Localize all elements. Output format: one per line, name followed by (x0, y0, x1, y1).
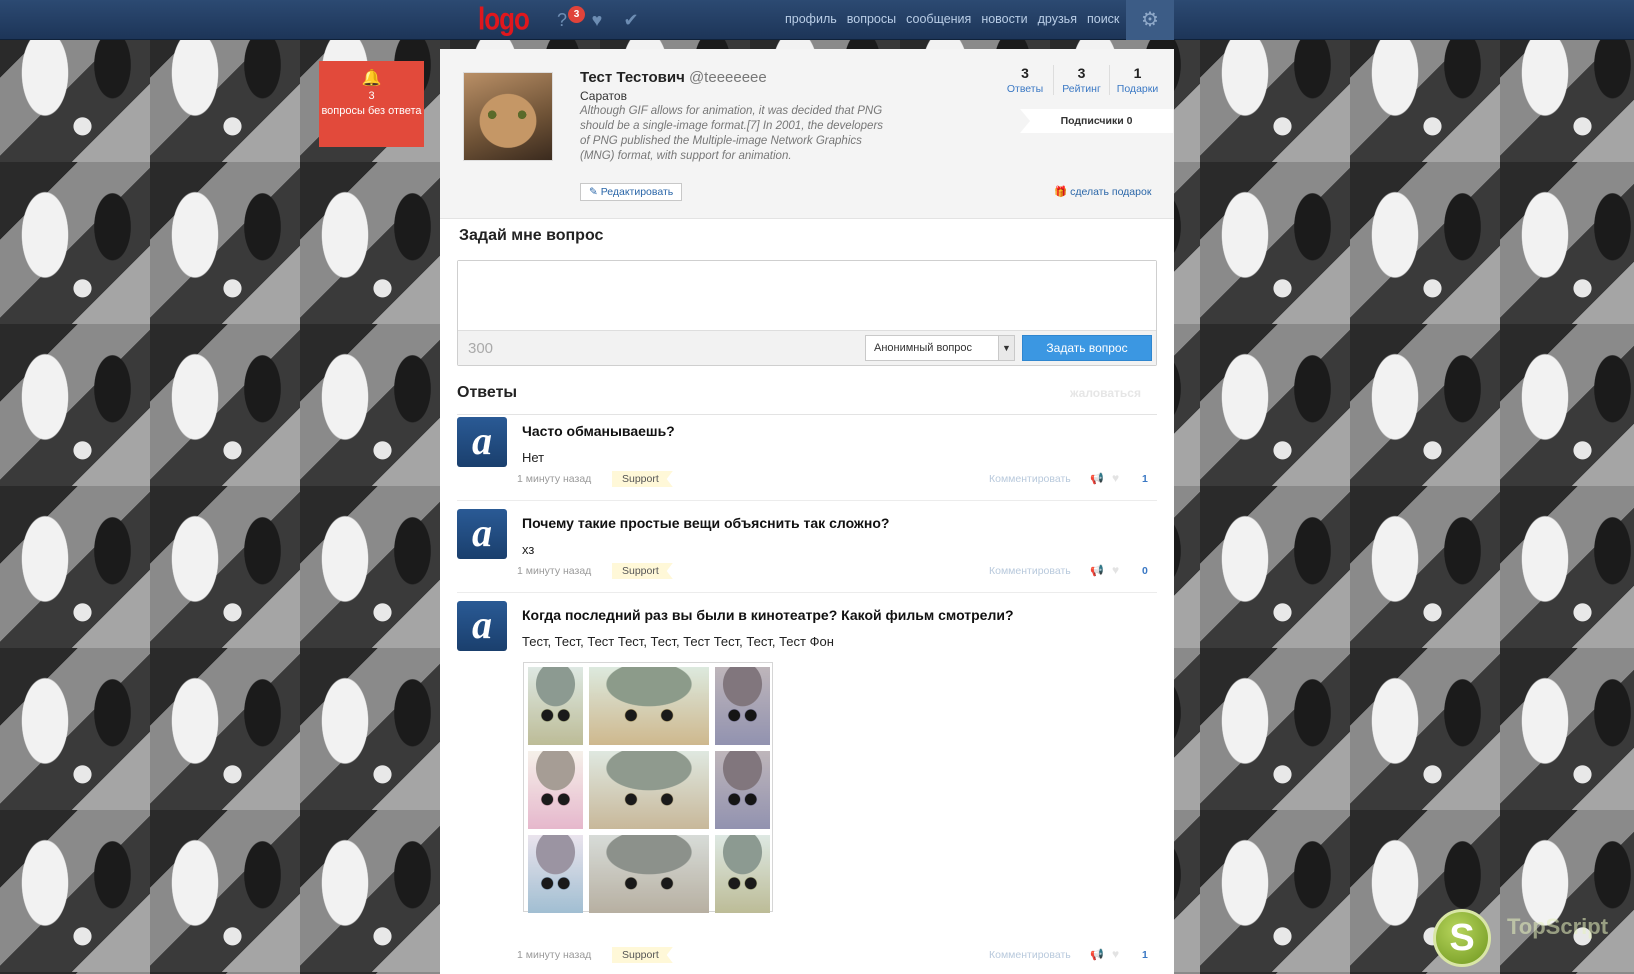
like-count: 0 (1142, 565, 1148, 577)
asker-avatar[interactable]: a (457, 417, 507, 467)
top-bar: logo ? 3 ♥ ✔ профиль вопросы сообщения н… (0, 0, 1634, 40)
profile-bio: Although GIF allows for animation, it wa… (580, 105, 884, 162)
subscribers-count[interactable]: Подписчики 0 (1020, 109, 1173, 133)
profile-handle: @teeeeeee (688, 69, 767, 86)
unanswered-alert[interactable]: 🔔 3 вопросы без ответа (319, 61, 424, 147)
answer-item: a Почему такие простые вещи объяснить та… (457, 509, 1157, 599)
photo-tile (589, 667, 709, 745)
question-text: Когда последний раз вы были в кинотеатре… (522, 607, 1014, 623)
like-count: 1 (1142, 473, 1148, 485)
answer-tag[interactable]: Support (612, 947, 673, 963)
ask-toolbar: 300 Анонимный вопрос ▼ Задать вопрос (458, 330, 1156, 365)
profile-fullname: Тест Тестович (580, 69, 685, 86)
avatar[interactable] (463, 72, 553, 161)
answer-text: хз (522, 542, 535, 557)
nav-messages[interactable]: сообщения (906, 12, 971, 26)
divider (457, 414, 1157, 415)
photo-tile (715, 667, 770, 745)
question-mode-value: Анонимный вопрос (874, 342, 973, 354)
photo-tile (715, 835, 770, 913)
asker-avatar[interactable]: a (457, 601, 507, 651)
char-counter: 300 (468, 340, 494, 357)
megaphone-icon[interactable]: 📢 (1090, 564, 1104, 577)
question-text: Почему такие простые вещи объяснить так … (522, 515, 890, 531)
make-gift-link[interactable]: 🎁 сделать подарок (1054, 185, 1151, 198)
stat-gifts-label: Подарки (1116, 83, 1159, 95)
bell-icon: 🔔 (361, 70, 382, 87)
notification-badge: 3 (568, 6, 585, 23)
gift-icon: 🎁 (1054, 186, 1068, 198)
pencil-icon: ✎ (589, 186, 601, 198)
unanswered-text: вопросы без ответа (321, 105, 422, 117)
stat-answers-label: Ответы (1006, 83, 1044, 95)
heart-icon[interactable]: ♥ (586, 10, 608, 30)
watermark-text: TopScript (1507, 914, 1609, 939)
ask-submit-button[interactable]: Задать вопрос (1022, 335, 1152, 361)
stat-rating[interactable]: 3 Рейтинг (1053, 65, 1109, 95)
question-mode-select[interactable]: Анонимный вопрос ▼ (865, 335, 1015, 361)
profile-name: Тест Тестович @teeeeeee (580, 69, 767, 86)
stat-answers-num: 3 (1021, 65, 1029, 81)
asker-avatar[interactable]: a (457, 509, 507, 559)
answer-time: 1 минуту назад (517, 949, 592, 961)
stat-gifts-num: 1 (1133, 65, 1142, 81)
gear-icon[interactable]: ⚙ (1126, 0, 1174, 40)
stat-gifts[interactable]: 1 Подарки (1109, 65, 1165, 95)
answer-text: Тест, Тест, Тест Тест, Тест, Тест Тест, … (522, 634, 834, 649)
answer-item: a Часто обманываешь? Нет 1 минуту назад … (457, 417, 1157, 507)
like-heart-icon[interactable]: ♥ (1112, 947, 1119, 961)
question-text: Часто обманываешь? (522, 423, 675, 439)
megaphone-icon[interactable]: 📢 (1090, 472, 1104, 485)
stat-rating-num: 3 (1077, 65, 1086, 81)
stat-rating-label: Рейтинг (1062, 83, 1101, 95)
edit-label: Редактировать (600, 186, 674, 198)
main-panel: Тест Тестович @teeeeeee Саратов Although… (440, 49, 1174, 974)
answer-time: 1 минуту назад (517, 473, 592, 485)
divider (457, 592, 1157, 593)
answer-photo[interactable] (523, 662, 773, 913)
profile-stats: 3 Ответы 3 Рейтинг 1 Подарки (997, 65, 1165, 95)
answer-item: a Когда последний раз вы были в кинотеат… (457, 601, 1157, 971)
comment-link[interactable]: Комментировать (989, 949, 1071, 961)
checkmark-icon[interactable]: ✔ (620, 10, 642, 30)
comment-link[interactable]: Комментировать (989, 473, 1071, 485)
main-nav: профиль вопросы сообщения новости друзья… (785, 12, 1129, 26)
photo-tile (589, 751, 709, 829)
nav-news[interactable]: новости (981, 12, 1027, 26)
nav-search[interactable]: поиск (1087, 12, 1119, 26)
photo-tile (528, 751, 583, 829)
question-input[interactable] (458, 261, 1156, 331)
photo-tile (528, 667, 583, 745)
chevron-down-icon[interactable]: ▼ (998, 336, 1014, 360)
answer-tag[interactable]: Support (612, 471, 673, 487)
watermark-logo: S (1433, 909, 1491, 967)
unanswered-count: 3 (368, 90, 375, 102)
answer-time: 1 минуту назад (517, 565, 592, 577)
like-heart-icon[interactable]: ♥ (1112, 563, 1119, 577)
ask-form: 300 Анонимный вопрос ▼ Задать вопрос (457, 260, 1157, 366)
like-heart-icon[interactable]: ♥ (1112, 471, 1119, 485)
answers-title: Ответы (457, 384, 518, 401)
nav-questions[interactable]: вопросы (847, 12, 896, 26)
report-link[interactable]: жаловаться (1070, 386, 1141, 400)
ask-title: Задай мне вопрос (459, 227, 604, 244)
nav-profile[interactable]: профиль (785, 12, 837, 26)
photo-tile (528, 835, 583, 913)
nav-friends[interactable]: друзья (1038, 12, 1077, 26)
site-logo[interactable]: logo (478, 1, 530, 38)
divider (457, 500, 1157, 501)
gift-label: сделать подарок (1070, 186, 1152, 198)
like-count: 1 (1142, 949, 1148, 961)
answer-text: Нет (522, 450, 545, 465)
megaphone-icon[interactable]: 📢 (1090, 948, 1104, 961)
profile-city: Саратов (580, 89, 627, 103)
profile-card: Тест Тестович @teeeeeee Саратов Although… (440, 49, 1174, 219)
answer-tag[interactable]: Support (612, 563, 673, 579)
photo-tile (589, 835, 709, 913)
edit-profile-button[interactable]: ✎ Редактировать (580, 183, 683, 201)
stat-answers[interactable]: 3 Ответы (997, 65, 1053, 95)
comment-link[interactable]: Комментировать (989, 565, 1071, 577)
photo-tile (715, 751, 770, 829)
